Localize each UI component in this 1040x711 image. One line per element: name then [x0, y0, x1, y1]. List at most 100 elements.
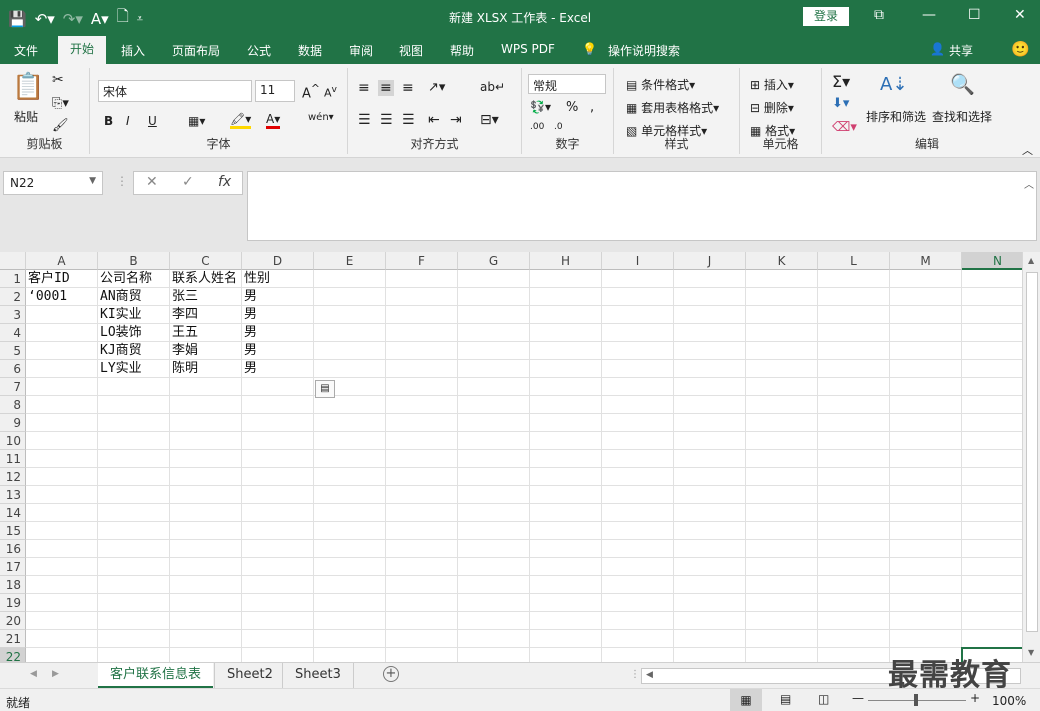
cell-d1[interactable]: 性别 [242, 270, 314, 288]
borders-icon[interactable]: ▦▾ [188, 114, 205, 128]
share-button[interactable]: 共享 [949, 42, 973, 59]
tab-help[interactable]: 帮助 [450, 42, 474, 59]
copy-icon[interactable]: ⎘▾ [52, 96, 69, 111]
close-button[interactable]: ✕ [1014, 7, 1026, 23]
cell-d3[interactable]: 男 [242, 306, 314, 324]
column-header-e[interactable]: E [314, 252, 386, 270]
delete-cells-button[interactable]: ⊟ 删除▾ [750, 99, 794, 116]
middle-align-icon[interactable]: ≡ [378, 80, 394, 96]
normal-view-icon[interactable]: ▦ [730, 689, 762, 711]
scroll-up-icon[interactable]: ▲ [1028, 256, 1034, 265]
login-button[interactable]: 登录 [803, 7, 849, 26]
column-header-f[interactable]: F [386, 252, 458, 270]
font-size-select[interactable]: 11 [255, 80, 295, 102]
increase-font-icon[interactable]: A^ [302, 82, 320, 101]
orientation-icon[interactable]: ↗▾ [428, 80, 445, 95]
align-center-icon[interactable]: ☰ [380, 112, 393, 128]
merge-center-icon[interactable]: ⊟▾ [480, 112, 499, 128]
row-header-13[interactable]: 13 [0, 486, 26, 504]
cell-d6[interactable]: 男 [242, 360, 314, 378]
wrap-text-icon[interactable]: ab↵ [480, 80, 505, 94]
column-header-a[interactable]: A [26, 252, 98, 270]
row-header-20[interactable]: 20 [0, 612, 26, 630]
page-break-view-icon[interactable]: ◫ [818, 692, 829, 706]
sheet-tab-active[interactable]: 客户联系信息表 [98, 663, 214, 689]
column-header-c[interactable]: C [170, 252, 242, 270]
insert-function-icon[interactable]: fx [218, 174, 231, 190]
name-box[interactable]: N22 ▼ [3, 171, 103, 195]
decrease-decimal-icon[interactable]: .0 [554, 122, 563, 132]
row-header-3[interactable]: 3 [0, 306, 26, 324]
cell-b5[interactable]: KJ商贸 [98, 342, 170, 360]
decrease-font-icon[interactable]: Av [324, 84, 337, 100]
bottom-align-icon[interactable]: ≡ [402, 80, 414, 96]
row-header-15[interactable]: 15 [0, 522, 26, 540]
column-header-h[interactable]: H [530, 252, 602, 270]
row-header-10[interactable]: 10 [0, 432, 26, 450]
next-sheet-icon[interactable]: ▶ [52, 669, 59, 679]
number-format-select[interactable]: 常规 [528, 74, 606, 94]
select-all-corner[interactable] [0, 252, 26, 270]
spreadsheet-grid[interactable]: A B C D E F G H I J K L M N 1 2 3 4 5 6 7 8 9 10 11 12 13 14 15 16 17 1… [0, 252, 1040, 666]
zoom-out-icon[interactable]: — [852, 691, 864, 705]
tab-home[interactable]: 开始 [58, 36, 107, 64]
fill-icon[interactable]: ⬇▾ [832, 96, 849, 111]
insert-cells-button[interactable]: ⊞ 插入▾ [750, 76, 794, 93]
add-sheet-icon[interactable]: + [383, 666, 399, 682]
clear-icon[interactable]: ⌫▾ [832, 120, 857, 135]
cell-c1[interactable]: 联系人姓名 [170, 270, 242, 288]
collapse-ribbon-icon[interactable]: ︿ [1022, 142, 1033, 158]
column-header-i[interactable]: I [602, 252, 674, 270]
bold-button[interactable]: B [104, 114, 113, 128]
align-left-icon[interactable]: ☰ [358, 112, 371, 128]
cell-c5[interactable]: 李娟 [170, 342, 242, 360]
font-color-icon[interactable]: A▾ [266, 112, 281, 129]
column-header-k[interactable]: K [746, 252, 818, 270]
fill-color-icon[interactable]: 🖍▾ [230, 112, 252, 129]
cell-b3[interactable]: KI实业 [98, 306, 170, 324]
zoom-slider-thumb[interactable] [914, 694, 918, 706]
increase-decimal-icon[interactable]: .00 [530, 122, 544, 132]
expand-formula-icon[interactable]: ︿ [1024, 176, 1034, 191]
cell-b2[interactable]: AN商贸 [98, 288, 170, 306]
paste-options-icon[interactable]: ▤ [315, 380, 335, 398]
cell-c6[interactable]: 陈明 [170, 360, 242, 378]
tab-view[interactable]: 视图 [399, 42, 423, 59]
find-select-button[interactable]: 查找和选择 [932, 108, 992, 125]
format-painter-brush-icon[interactable]: 🖌 [52, 118, 69, 133]
column-header-j[interactable]: J [674, 252, 746, 270]
cell-b1[interactable]: 公司名称 [98, 270, 170, 288]
tab-wps-pdf[interactable]: WPS PDF [501, 42, 555, 56]
cell-c2[interactable]: 张三 [170, 288, 242, 306]
scroll-left-icon[interactable]: ◀ [646, 670, 653, 680]
row-header-4[interactable]: 4 [0, 324, 26, 342]
find-select-icon[interactable]: 🔍 [950, 72, 975, 96]
column-header-g[interactable]: G [458, 252, 530, 270]
top-align-icon[interactable]: ≡ [358, 80, 370, 96]
tab-formulas[interactable]: 公式 [247, 42, 271, 59]
cell-a2[interactable]: ‘0001 [26, 288, 98, 306]
align-right-icon[interactable]: ☰ [402, 112, 415, 128]
row-header-14[interactable]: 14 [0, 504, 26, 522]
cell-d5[interactable]: 男 [242, 342, 314, 360]
vertical-scroll-thumb[interactable] [1026, 272, 1038, 632]
row-header-18[interactable]: 18 [0, 576, 26, 594]
sheet-tab-sheet3[interactable]: Sheet3 [282, 663, 354, 689]
italic-button[interactable]: I [126, 114, 130, 128]
cell-b6[interactable]: LY实业 [98, 360, 170, 378]
tab-review[interactable]: 审阅 [349, 42, 373, 59]
maximize-button[interactable]: ☐ [968, 7, 981, 23]
tab-file[interactable]: 文件 [14, 42, 38, 59]
underline-button[interactable]: U [148, 114, 157, 128]
sheet-tab-sheet2[interactable]: Sheet2 [214, 663, 285, 689]
cell-a1[interactable]: 客户ID [26, 270, 98, 288]
cell-c3[interactable]: 李四 [170, 306, 242, 324]
row-header-1[interactable]: 1 [0, 270, 26, 288]
decrease-indent-icon[interactable]: ⇤ [428, 112, 440, 128]
cut-icon[interactable]: ✂ [52, 72, 64, 88]
smiley-icon[interactable]: 🙂 [1011, 40, 1030, 58]
percent-icon[interactable]: % [566, 100, 578, 115]
phonetic-icon[interactable]: wén▾ [308, 112, 334, 123]
sort-filter-icon[interactable]: A⇣ [880, 74, 907, 95]
vertical-scrollbar[interactable]: ▲ ▼ [1022, 252, 1040, 662]
